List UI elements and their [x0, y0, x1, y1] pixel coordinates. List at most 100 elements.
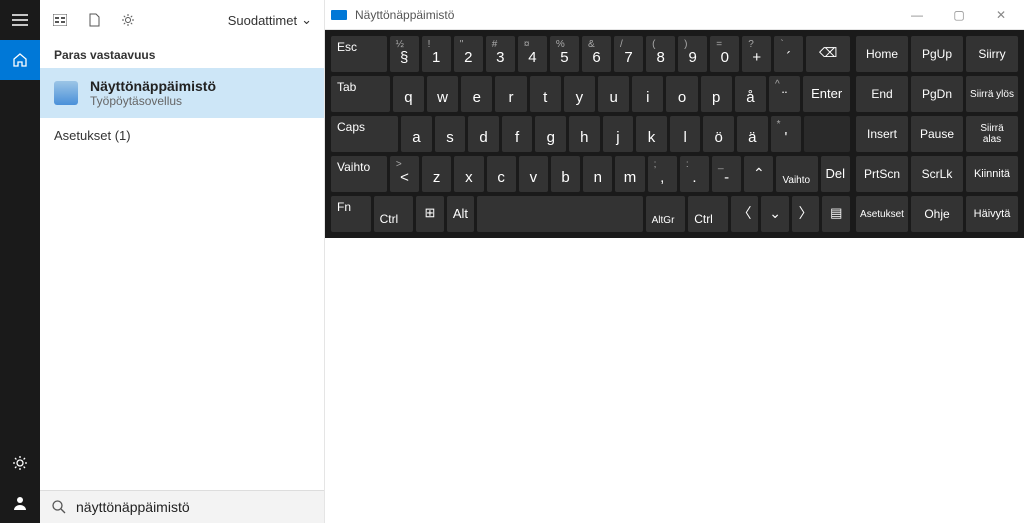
key-section[interactable]: ½§	[390, 36, 419, 72]
key-enter-extra[interactable]	[804, 116, 850, 152]
key-odiaeresis[interactable]: ö	[703, 116, 734, 152]
maximize-button[interactable]: ▢	[942, 4, 976, 26]
key-4[interactable]: ¤4	[518, 36, 547, 72]
key-right-shift[interactable]: Vaihto	[776, 156, 817, 192]
key-alt[interactable]: Alt	[447, 196, 475, 232]
key-insert[interactable]: Insert	[856, 116, 908, 152]
key-y[interactable]: y	[564, 76, 595, 112]
key-u[interactable]: u	[598, 76, 629, 112]
key-right-ctrl[interactable]: Ctrl	[688, 196, 728, 232]
key-f[interactable]: f	[502, 116, 533, 152]
key-v[interactable]: v	[519, 156, 548, 192]
filters-dropdown[interactable]: Suodattimet ⌄	[228, 12, 312, 28]
key-period[interactable]: :.	[680, 156, 709, 192]
user-button[interactable]	[0, 483, 40, 523]
key-scrlk[interactable]: ScrLk	[911, 156, 963, 192]
settings-results-header[interactable]: Asetukset (1)	[40, 118, 324, 153]
close-button[interactable]: ✕	[984, 4, 1018, 26]
key-5[interactable]: %5	[550, 36, 579, 72]
key-enter[interactable]: Enter	[803, 76, 850, 112]
key-w[interactable]: w	[427, 76, 458, 112]
key-k[interactable]: k	[636, 116, 667, 152]
home-button[interactable]	[0, 40, 40, 80]
key-adiaeresis[interactable]: ä	[737, 116, 768, 152]
key-3[interactable]: #3	[486, 36, 515, 72]
key-help[interactable]: Ohje	[911, 196, 963, 232]
key-pause[interactable]: Pause	[911, 116, 963, 152]
key-options[interactable]: Asetukset	[856, 196, 908, 232]
key-esc[interactable]: Esc	[331, 36, 387, 72]
key-right[interactable]: 〉	[792, 196, 820, 232]
minimize-button[interactable]: —	[900, 4, 934, 26]
key-left[interactable]: 〈	[731, 196, 759, 232]
key-del[interactable]: Del	[821, 156, 850, 192]
key-tab[interactable]: Tab	[331, 76, 390, 112]
key-i[interactable]: i	[632, 76, 663, 112]
key-left-ctrl[interactable]: Ctrl	[374, 196, 414, 232]
key-c[interactable]: c	[487, 156, 516, 192]
key-pgup[interactable]: PgUp	[911, 36, 963, 72]
key-r[interactable]: r	[495, 76, 526, 112]
key-left-shift[interactable]: Vaihto	[331, 156, 387, 192]
osk-window: Näyttönäppäimistö — ▢ ✕ Esc ½§ !1 "2 #3 …	[325, 0, 1024, 238]
key-moveup[interactable]: Siirrä ylös	[966, 76, 1018, 112]
key-h[interactable]: h	[569, 116, 600, 152]
key-dock[interactable]: Kiinnitä	[966, 156, 1018, 192]
apps-scope-icon[interactable]	[52, 12, 68, 28]
key-comma[interactable]: ;,	[648, 156, 677, 192]
key-8[interactable]: (8	[646, 36, 675, 72]
key-t[interactable]: t	[530, 76, 561, 112]
key-n[interactable]: n	[583, 156, 612, 192]
key-aring[interactable]: å	[735, 76, 766, 112]
key-altgr[interactable]: AltGr	[646, 196, 686, 232]
key-menu[interactable]: ▤	[822, 196, 850, 232]
key-2[interactable]: "2	[454, 36, 483, 72]
key-plus[interactable]: ?+	[742, 36, 771, 72]
key-backspace[interactable]: ⌫	[806, 36, 850, 72]
key-end[interactable]: End	[856, 76, 908, 112]
key-movedown[interactable]: Siirrä alas	[966, 116, 1018, 152]
key-9[interactable]: )9	[678, 36, 707, 72]
key-prtscn[interactable]: PrtScn	[856, 156, 908, 192]
key-7[interactable]: /7	[614, 36, 643, 72]
key-fn[interactable]: Fn	[331, 196, 371, 232]
key-up[interactable]: ⌃	[744, 156, 773, 192]
key-nav[interactable]: Siirry	[966, 36, 1018, 72]
key-pgdn[interactable]: PgDn	[911, 76, 963, 112]
key-q[interactable]: q	[393, 76, 424, 112]
key-acute[interactable]: `´	[774, 36, 803, 72]
key-fade[interactable]: Häivytä	[966, 196, 1018, 232]
key-o[interactable]: o	[666, 76, 697, 112]
osk-titlebar[interactable]: Näyttönäppäimistö — ▢ ✕	[325, 0, 1024, 30]
key-l[interactable]: l	[670, 116, 701, 152]
key-0[interactable]: =0	[710, 36, 739, 72]
key-caps[interactable]: Caps	[331, 116, 398, 152]
key-x[interactable]: x	[454, 156, 483, 192]
key-apostrophe[interactable]: *'	[771, 116, 802, 152]
key-less[interactable]: ><	[390, 156, 419, 192]
key-minus[interactable]: _-	[712, 156, 741, 192]
settings-scope-icon[interactable]	[120, 12, 136, 28]
key-6[interactable]: &6	[582, 36, 611, 72]
key-down[interactable]: ⌄	[761, 196, 789, 232]
key-p[interactable]: p	[701, 76, 732, 112]
key-s[interactable]: s	[435, 116, 466, 152]
settings-button[interactable]	[0, 443, 40, 483]
key-j[interactable]: j	[603, 116, 634, 152]
key-e[interactable]: e	[461, 76, 492, 112]
search-input[interactable]	[76, 499, 312, 515]
key-g[interactable]: g	[535, 116, 566, 152]
key-space[interactable]	[477, 196, 642, 232]
key-home[interactable]: Home	[856, 36, 908, 72]
key-m[interactable]: m	[615, 156, 644, 192]
key-a[interactable]: a	[401, 116, 432, 152]
hamburger-button[interactable]	[0, 0, 40, 40]
key-1[interactable]: !1	[422, 36, 451, 72]
key-z[interactable]: z	[422, 156, 451, 192]
key-diaeresis[interactable]: ^¨	[769, 76, 800, 112]
result-item[interactable]: Näyttönäppäimistö Työpöytäsovellus	[40, 68, 324, 118]
key-b[interactable]: b	[551, 156, 580, 192]
key-d[interactable]: d	[468, 116, 499, 152]
key-win[interactable]: ⊞	[416, 196, 444, 232]
documents-scope-icon[interactable]	[86, 12, 102, 28]
